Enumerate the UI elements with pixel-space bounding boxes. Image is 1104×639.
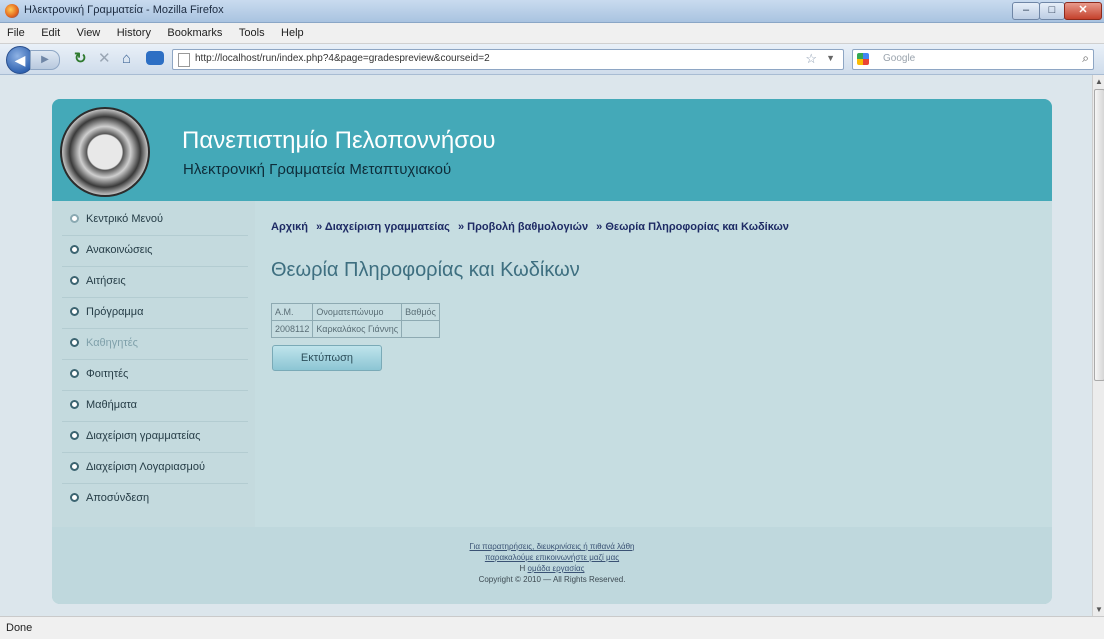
reload-icon[interactable]: ↻	[74, 50, 87, 68]
sidebar-item-schedule[interactable]: Πρόγραμμα	[62, 298, 248, 329]
table-row: 2008112 Καρκαλάκος Γιάννης	[270, 320, 440, 338]
bullet-icon	[70, 431, 79, 440]
sidebar-item-label: Φοιτητές	[86, 368, 129, 380]
menu-edit[interactable]: Edit	[38, 24, 63, 42]
page-viewport: Πανεπιστημίο Πελοποννήσου Ηλεκτρονική Γρ…	[0, 75, 1092, 616]
bullet-icon	[70, 493, 79, 502]
stop-icon[interactable]: ✕	[98, 50, 111, 68]
sidebar-item-label: Διαχείριση γραμματείας	[86, 430, 201, 442]
footer-contact-link-2[interactable]: παρακαλούμε επικοινωνήστε μαζί μας	[52, 552, 1052, 563]
sidebar-item-label: Μαθήματα	[86, 399, 138, 411]
footer-contact-link[interactable]: Για παρατηρήσεις, διευκρινίσεις ή πιθανά…	[52, 541, 1052, 552]
menu-file[interactable]: File	[4, 24, 28, 42]
firefox-icon	[5, 4, 19, 18]
breadcrumb-current: » Θεωρία Πληροφορίας και Κωδίκων	[596, 221, 789, 233]
footer-team-prefix: Η	[519, 564, 528, 573]
sidebar-item-secretariat-admin[interactable]: Διαχείριση γραμματείας	[62, 422, 248, 453]
url-bar[interactable]: http://localhost/run/index.php?4&page=gr…	[172, 49, 844, 70]
main-content: Αρχική » Διαχείριση γραμματείας » Προβολ…	[255, 201, 1052, 527]
sidebar-item-courses[interactable]: Μαθήματα	[62, 391, 248, 422]
search-icon[interactable]: ⌕	[1082, 51, 1089, 66]
bullet-icon	[70, 369, 79, 378]
sidebar-item-label: Κεντρικό Μενού	[86, 213, 164, 225]
menu-help[interactable]: Help	[278, 24, 307, 42]
bullet-icon	[70, 400, 79, 409]
column-header: Βαθμός	[401, 303, 440, 321]
menu-bookmarks[interactable]: Bookmarks	[164, 24, 225, 42]
forward-button[interactable]: ▶	[30, 50, 60, 70]
bullet-icon	[70, 276, 79, 285]
sidebar-item-main-menu[interactable]: Κεντρικό Μενού	[62, 205, 248, 236]
url-dropdown-icon[interactable]: ▼	[826, 53, 835, 63]
breadcrumb-home-link[interactable]: Αρχική	[271, 221, 308, 233]
table-cell	[401, 320, 440, 338]
site-header: Πανεπιστημίο Πελοποννήσου Ηλεκτρονική Γρ…	[52, 99, 1052, 201]
sidebar-item-account-admin[interactable]: Διαχείριση Λογαριασμού	[62, 453, 248, 484]
breadcrumb-secretariat-link[interactable]: » Διαχείριση γραμματείας	[316, 221, 450, 233]
sidebar-item-label: Αιτήσεις	[86, 275, 126, 287]
scrollbar-thumb[interactable]	[1094, 89, 1104, 381]
search-placeholder[interactable]: Google	[883, 53, 915, 64]
scroll-up-icon[interactable]: ▲	[1095, 77, 1103, 86]
minimize-button[interactable]: –	[1012, 2, 1040, 20]
home-icon[interactable]: ⌂	[122, 50, 131, 68]
sidebar-item-label: Πρόγραμμα	[86, 306, 144, 318]
bullet-icon	[70, 462, 79, 471]
sidebar-item-professors[interactable]: Καθηγητές	[62, 329, 248, 360]
sidebar-item-label: Ανακοινώσεις	[86, 244, 153, 256]
print-button[interactable]: Εκτύπωση	[272, 345, 382, 371]
footer-team-line: Η ομάδα εργασίας	[52, 563, 1052, 574]
breadcrumb: Αρχική » Διαχείριση γραμματείας » Προβολ…	[271, 221, 794, 233]
sidebar-item-label: Αποσύνδεση	[86, 492, 150, 504]
menu-view[interactable]: View	[74, 24, 104, 42]
vertical-scrollbar[interactable]: ▲ ▼	[1092, 75, 1104, 616]
menu-history[interactable]: History	[114, 24, 154, 42]
page-title: Θεωρία Πληροφορίας και Κωδίκων	[271, 259, 580, 281]
sidebar-menu: Κεντρικό Μενού Ανακοινώσεις Αιτήσεις Πρό…	[52, 201, 255, 527]
page-container: Πανεπιστημίο Πελοποννήσου Ηλεκτρονική Γρ…	[52, 99, 1052, 604]
close-button[interactable]: ✕	[1064, 2, 1102, 20]
table-cell: 2008112	[270, 320, 314, 338]
sidebar-item-logout[interactable]: Αποσύνδεση	[62, 484, 248, 514]
bullet-icon	[70, 214, 79, 223]
sidebar-item-label: Καθηγητές	[86, 337, 138, 349]
table-header-row: Α.Μ. Ονοματεπώνυμο Βαθμός	[270, 303, 440, 321]
page-icon	[178, 53, 190, 67]
search-bar[interactable]: Google ⌕	[852, 49, 1094, 70]
bookmark-icon[interactable]	[146, 51, 164, 65]
column-header: Ονοματεπώνυμο	[312, 303, 403, 321]
url-text[interactable]: http://localhost/run/index.php?4&page=gr…	[195, 53, 490, 64]
footer-copyright: Copyright © 2010 — All Rights Reserved.	[478, 575, 626, 584]
window-title-bar: Ηλεκτρονική Γραμματεία - Mozilla Firefox…	[0, 0, 1104, 23]
menu-tools[interactable]: Tools	[236, 24, 268, 42]
sidebar-item-students[interactable]: Φοιτητές	[62, 360, 248, 391]
bullet-icon	[70, 307, 79, 316]
footer-team-link[interactable]: ομάδα εργασίας	[528, 564, 585, 573]
navigation-toolbar: ◀ ▶ ↻ ✕ ⌂ http://localhost/run/index.php…	[0, 44, 1104, 75]
star-icon[interactable]: ☆	[805, 51, 817, 67]
footer: Για παρατηρήσεις, διευκρινίσεις ή πιθανά…	[52, 527, 1052, 604]
column-header: Α.Μ.	[270, 303, 314, 321]
site-title: Πανεπιστημίο Πελοποννήσου	[182, 127, 496, 154]
table-cell: Καρκαλάκος Γιάννης	[312, 320, 403, 338]
bullet-icon	[70, 245, 79, 254]
sidebar-item-applications[interactable]: Αιτήσεις	[62, 267, 248, 298]
university-seal-logo	[60, 107, 150, 197]
bullet-icon	[70, 338, 79, 347]
menu-bar: File Edit View History Bookmarks Tools H…	[0, 23, 1104, 44]
sidebar-item-label: Διαχείριση Λογαριασμού	[86, 461, 205, 473]
sidebar-item-announcements[interactable]: Ανακοινώσεις	[62, 236, 248, 267]
google-icon[interactable]	[857, 53, 869, 65]
breadcrumb-grades-link[interactable]: » Προβολή βαθμολογιών	[458, 221, 588, 233]
status-bar: Done	[0, 616, 1104, 639]
grades-table: Α.Μ. Ονοματεπώνυμο Βαθμός 2008112 Καρκαλ…	[270, 303, 440, 338]
maximize-button[interactable]: □	[1039, 2, 1065, 20]
status-text: Done	[6, 622, 33, 634]
site-subtitle: Ηλεκτρονική Γραμματεία Μεταπτυχιακού	[183, 161, 452, 178]
window-title: Ηλεκτρονική Γραμματεία - Mozilla Firefox	[24, 4, 224, 16]
scroll-down-icon[interactable]: ▼	[1095, 605, 1103, 614]
